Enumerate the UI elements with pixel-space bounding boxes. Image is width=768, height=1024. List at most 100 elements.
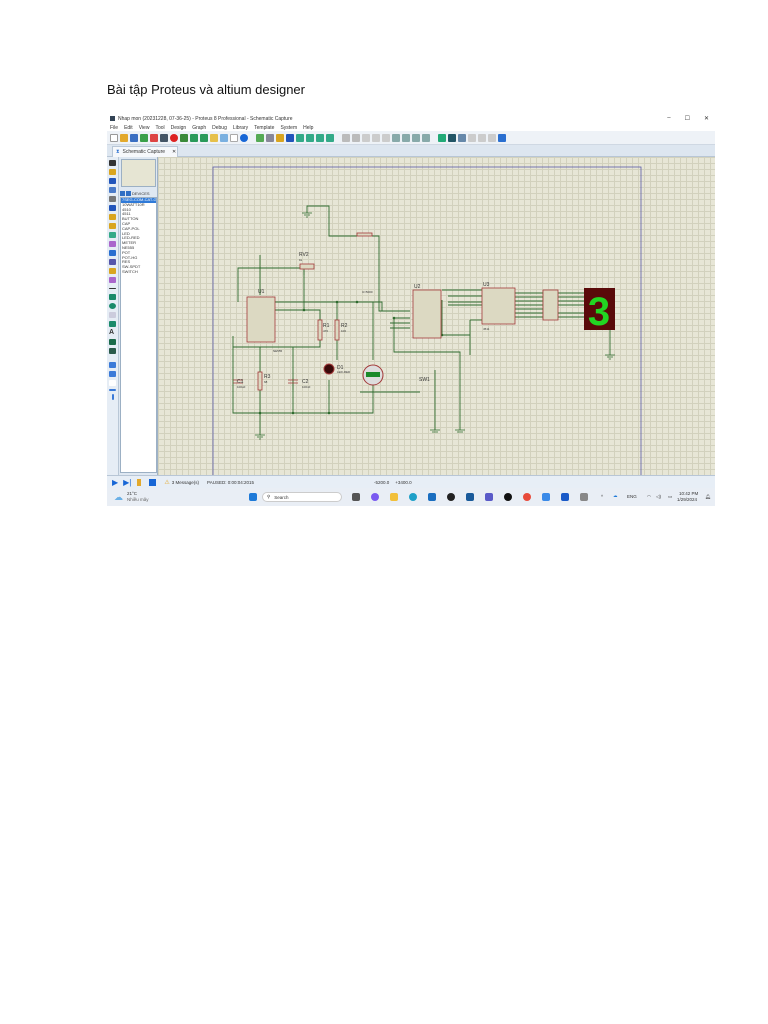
play-button[interactable]: ▶ <box>112 478 118 487</box>
origin-icon[interactable] <box>276 133 284 142</box>
import-icon[interactable] <box>140 133 148 142</box>
menu-library[interactable]: Library <box>233 125 248 131</box>
generator-icon[interactable] <box>109 259 116 265</box>
menu-tool[interactable]: Tool <box>155 125 164 131</box>
pcb-icon[interactable] <box>170 133 178 142</box>
clock-time[interactable]: 10:42 PM <box>679 491 698 496</box>
marker-icon[interactable] <box>109 348 116 354</box>
proteus-icon[interactable] <box>580 493 588 501</box>
clock-date[interactable]: 1/29/2024 <box>677 497 697 502</box>
overview-preview[interactable] <box>121 159 156 187</box>
stop-button[interactable] <box>149 478 157 486</box>
teams-icon[interactable] <box>485 493 493 501</box>
volume-icon[interactable]: ◁) <box>656 494 661 500</box>
bus-icon[interactable] <box>109 205 116 211</box>
file-explorer-icon[interactable] <box>390 493 398 501</box>
menu-template[interactable]: Template <box>254 125 274 131</box>
subcircuit-icon[interactable] <box>109 214 116 220</box>
menu-edit[interactable]: Edit <box>124 125 133 131</box>
gerber-icon[interactable] <box>180 133 188 142</box>
edge-icon[interactable] <box>409 493 417 501</box>
instrument-icon[interactable] <box>109 277 116 283</box>
block-delete-icon[interactable] <box>422 133 430 142</box>
close-button[interactable]: ✕ <box>704 115 709 122</box>
cut-icon[interactable] <box>362 133 370 142</box>
bom-icon[interactable] <box>200 133 208 142</box>
weather-temp[interactable]: 21°C <box>127 491 137 496</box>
pan-icon[interactable] <box>286 133 294 142</box>
save-icon[interactable] <box>130 133 138 142</box>
graph-icon[interactable] <box>109 241 116 247</box>
path-icon[interactable] <box>109 321 116 327</box>
pause-button[interactable] <box>137 478 142 486</box>
probe-icon[interactable] <box>109 268 116 274</box>
component-mode-icon[interactable] <box>109 169 116 175</box>
property-icon[interactable] <box>498 133 506 142</box>
3d-icon[interactable] <box>190 133 198 142</box>
minimize-button[interactable]: – <box>667 115 670 122</box>
mirror-y-icon[interactable] <box>112 394 114 400</box>
decompose-icon[interactable] <box>468 133 476 142</box>
symbol-icon[interactable] <box>109 339 116 345</box>
wire-label-icon[interactable] <box>109 187 116 193</box>
undo-icon[interactable] <box>342 133 350 142</box>
maximize-button[interactable]: ☐ <box>685 115 690 122</box>
menu-file[interactable]: File <box>110 125 118 131</box>
arc-icon[interactable] <box>109 312 116 318</box>
menu-system[interactable]: System <box>280 125 297 131</box>
terminal-icon[interactable] <box>109 223 116 229</box>
doc-icon[interactable] <box>230 133 238 142</box>
tape-recorder-icon[interactable] <box>109 250 116 256</box>
paste-icon[interactable] <box>382 133 390 142</box>
block-rotate-icon[interactable] <box>412 133 420 142</box>
block-copy-icon[interactable] <box>392 133 400 142</box>
tab-close-icon[interactable]: ✕ <box>172 149 176 155</box>
help-icon[interactable] <box>240 133 248 142</box>
app-icon-2[interactable] <box>542 493 550 501</box>
battery-icon[interactable]: ▭ <box>668 494 672 500</box>
make-device-icon[interactable] <box>448 133 456 142</box>
rotate-ccw-icon[interactable] <box>109 371 116 377</box>
wire-autorouter-icon[interactable] <box>478 133 486 142</box>
zoom-area-icon[interactable] <box>326 133 334 142</box>
notification-icon[interactable]: 🔔︎ <box>705 494 711 500</box>
task-view-icon[interactable] <box>352 493 360 501</box>
tab-schematic-capture[interactable]: ⧗ Schematic Capture ✕ <box>112 146 178 157</box>
device-pin-icon[interactable] <box>109 232 116 238</box>
open-icon[interactable] <box>120 133 128 142</box>
schematic-canvas[interactable]: 3 U1 NE555 RV2 1k R1 470 R2 100 D1 LED-R… <box>158 157 715 475</box>
device-list-item[interactable]: SWITCH <box>121 270 156 275</box>
word-icon[interactable] <box>561 493 569 501</box>
box-icon[interactable] <box>109 294 116 300</box>
circle-icon[interactable] <box>109 303 116 309</box>
store-icon[interactable] <box>428 493 436 501</box>
mirror-x-icon[interactable] <box>109 389 116 391</box>
copilot-icon[interactable] <box>371 493 379 501</box>
copy-icon[interactable] <box>372 133 380 142</box>
menu-debug[interactable]: Debug <box>212 125 227 131</box>
source-icon[interactable] <box>210 133 218 142</box>
zoom-in-icon[interactable] <box>296 133 304 142</box>
text-script-icon[interactable] <box>109 196 116 202</box>
app-icon-1[interactable] <box>466 493 474 501</box>
angle-field[interactable] <box>109 380 116 386</box>
redo-icon[interactable] <box>352 133 360 142</box>
schematic-icon[interactable] <box>160 133 168 142</box>
device-list[interactable]: 7SEG-COM-CAT-G 10WATT10R 4510 4511 BUTTON CAP… <box>120 197 157 473</box>
weather-desc[interactable]: Nhiều mây <box>127 497 149 502</box>
menu-design[interactable]: Design <box>171 125 187 131</box>
grid-icon[interactable] <box>266 133 274 142</box>
search-tag-icon[interactable] <box>488 133 496 142</box>
chrome-icon[interactable] <box>523 493 531 501</box>
dell-icon[interactable] <box>447 493 455 501</box>
menu-help[interactable]: Help <box>303 125 313 131</box>
messages-count[interactable]: 3 Message(s) <box>172 480 199 485</box>
language-indicator[interactable]: ENG <box>627 494 637 499</box>
junction-icon[interactable] <box>109 178 116 184</box>
pick-device-button[interactable] <box>120 190 125 196</box>
chevron-up-icon[interactable]: ^ <box>601 494 603 499</box>
start-button[interactable] <box>249 493 257 501</box>
zoom-out-icon[interactable] <box>306 133 314 142</box>
line-icon[interactable] <box>109 288 116 289</box>
block-move-icon[interactable] <box>402 133 410 142</box>
